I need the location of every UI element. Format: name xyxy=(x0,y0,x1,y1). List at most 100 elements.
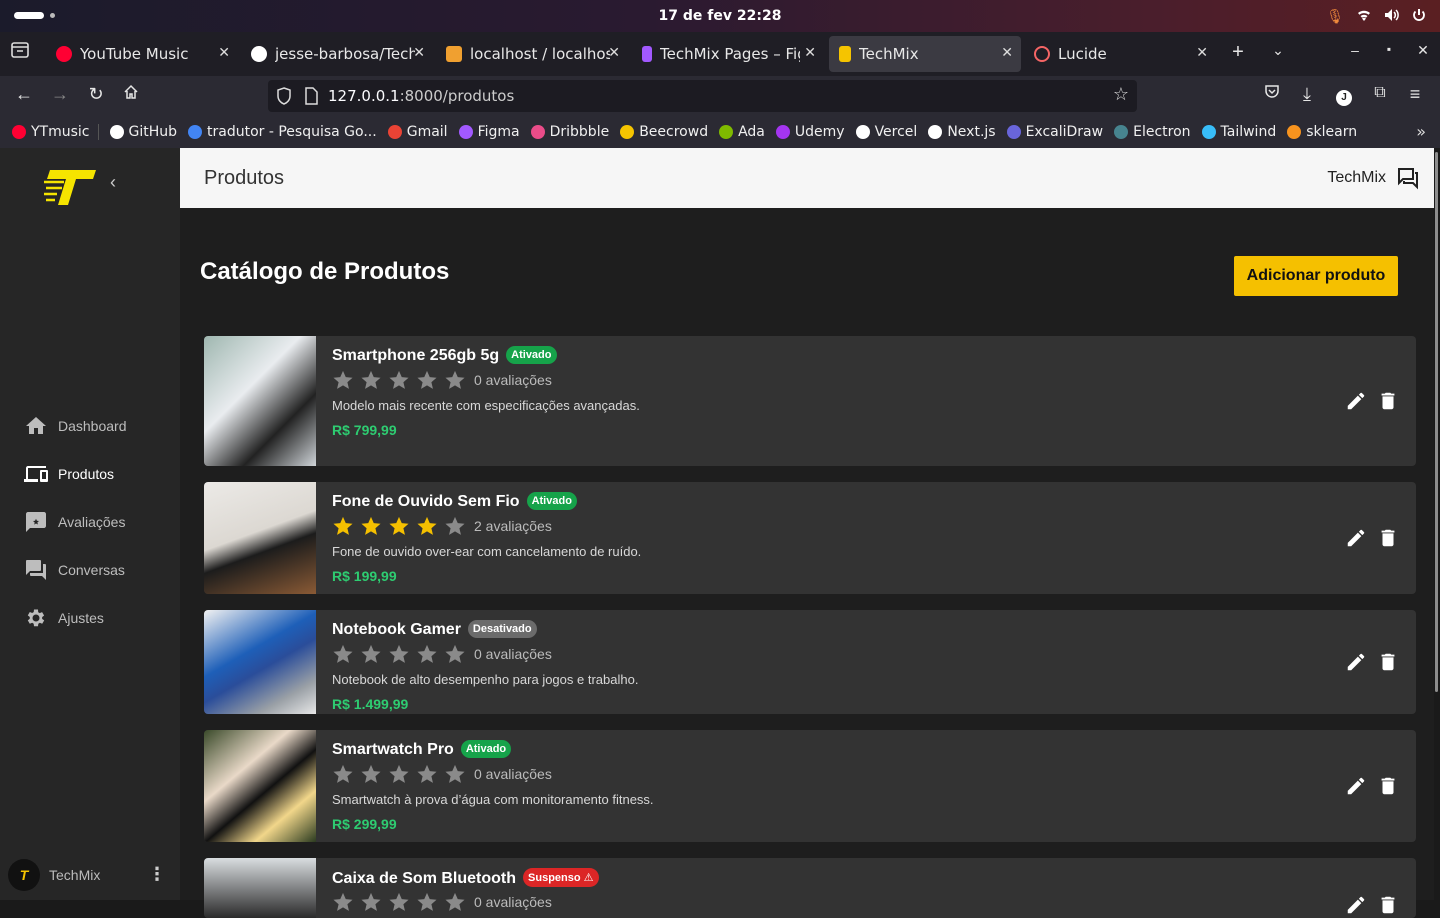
volume-icon[interactable] xyxy=(1384,8,1400,25)
review-count: 2 avaliações xyxy=(474,518,552,534)
tab-list-icon[interactable]: ⌄ xyxy=(1266,42,1290,59)
product-name-row: Caixa de Som Bluetooth Suspenso ⚠ xyxy=(332,868,599,888)
bookmark-item[interactable]: sklearn xyxy=(1287,124,1357,140)
chat-icon[interactable] xyxy=(1396,166,1420,195)
system-tray[interactable]: 🎙 xyxy=(1326,8,1426,25)
more-vert-icon[interactable]: ⋮ xyxy=(148,864,166,885)
status-badge: Ativado xyxy=(506,346,557,364)
page-info-icon[interactable] xyxy=(304,87,318,109)
close-tab-icon[interactable]: ✕ xyxy=(1001,45,1013,61)
delete-icon[interactable] xyxy=(1377,527,1399,549)
product-card[interactable]: Caixa de Som Bluetooth Suspenso ⚠ 0 avalia… xyxy=(204,858,1416,918)
techmix-logo[interactable] xyxy=(44,168,98,211)
product-price: R$ 299,99 xyxy=(332,816,397,832)
tab-figma[interactable]: TechMix Pages – Figma ✕ xyxy=(632,36,824,72)
bookmark-item[interactable]: Udemy xyxy=(775,124,845,140)
bookmark-label: Ada xyxy=(738,124,765,140)
edit-icon[interactable] xyxy=(1345,651,1367,673)
bookmark-label: Dribbble xyxy=(549,124,610,140)
tab-github[interactable]: jesse-barbosa/TechMix ✕ xyxy=(241,36,433,72)
account-icon[interactable]: J xyxy=(1332,84,1356,106)
tab-youtube-music[interactable]: YouTube Music ✕ xyxy=(46,36,238,72)
sidebar-item-conversas[interactable]: Conversas xyxy=(24,558,125,582)
home-button-icon[interactable] xyxy=(119,84,143,105)
bookmark-item[interactable]: tradutor - Pesquisa Go... xyxy=(188,124,377,140)
delete-icon[interactable] xyxy=(1377,651,1399,673)
maximize-icon[interactable]: ▪ xyxy=(1377,42,1401,56)
close-tab-icon[interactable]: ✕ xyxy=(804,45,816,61)
user-profile[interactable]: T TechMix ⋮ xyxy=(8,858,172,892)
edit-icon[interactable] xyxy=(1345,390,1367,412)
extensions-icon[interactable]: ⧉ xyxy=(1368,84,1392,102)
page-scrollbar[interactable] xyxy=(1434,148,1440,900)
bookmark-item[interactable]: Gmail xyxy=(387,124,448,140)
new-tab-icon[interactable]: + xyxy=(1226,41,1250,64)
tab-techmix[interactable]: TechMix ✕ xyxy=(829,36,1021,72)
tab-lucide[interactable]: Lucide ✕ xyxy=(1024,36,1216,72)
product-card[interactable]: Smartwatch Pro Ativado 0 avaliações Smartwa… xyxy=(204,730,1416,842)
catalog-title: Catálogo de Produtos xyxy=(200,258,450,285)
status-label: Suspenso xyxy=(528,872,581,884)
product-card[interactable]: Fone de Ouvido Sem Fio Ativado 2 avaliaçõe… xyxy=(204,482,1416,594)
bookmark-star-icon[interactable]: ☆ xyxy=(1113,84,1129,105)
bookmark-item[interactable]: Tailwind xyxy=(1201,124,1276,140)
product-description: Fone de ouvido over-ear com cancelamento… xyxy=(332,544,642,559)
close-window-icon[interactable]: ✕ xyxy=(1411,42,1435,59)
youtube-music-icon xyxy=(56,46,72,62)
bookmark-favicon-icon xyxy=(1114,125,1129,139)
sidebar-item-dashboard[interactable]: Dashboard xyxy=(24,414,127,438)
edit-icon[interactable] xyxy=(1345,775,1367,797)
star-empty-icon xyxy=(445,516,465,535)
pocket-icon[interactable] xyxy=(1260,84,1284,104)
bookmark-item[interactable]: Ada xyxy=(719,124,765,140)
forward-icon[interactable]: → xyxy=(48,84,72,105)
address-bar[interactable]: 127.0.0.1:8000/produtos ☆ xyxy=(268,80,1137,112)
bookmark-item[interactable]: Figma xyxy=(458,124,520,140)
bookmark-item[interactable]: YTmusic xyxy=(12,124,99,140)
sidebar-item-avaliacoes[interactable]: Avaliações xyxy=(24,510,125,534)
bookmark-item[interactable]: GitHub xyxy=(109,124,177,140)
bookmark-item[interactable]: Next.js xyxy=(928,124,996,140)
bookmark-label: YTmusic xyxy=(31,124,90,140)
bookmark-item[interactable]: Beecrowd xyxy=(620,124,708,140)
close-tab-icon[interactable]: ✕ xyxy=(608,45,620,61)
edit-icon[interactable] xyxy=(1345,527,1367,549)
bookmark-favicon-icon xyxy=(188,125,203,139)
sidebar-item-ajustes[interactable]: Ajustes xyxy=(24,606,104,630)
product-card[interactable]: Smartphone 256gb 5g Ativado 0 avaliações Mo… xyxy=(204,336,1416,466)
tab-phpmyadmin[interactable]: localhost / localhost / te ✕ xyxy=(436,36,628,72)
delete-icon[interactable] xyxy=(1377,775,1399,797)
close-tab-icon[interactable]: ✕ xyxy=(413,45,425,61)
delete-icon[interactable] xyxy=(1377,390,1399,412)
reload-icon[interactable]: ↻ xyxy=(84,84,108,105)
minimize-icon[interactable]: – xyxy=(1343,42,1367,58)
wifi-icon[interactable] xyxy=(1356,8,1372,25)
add-product-button[interactable]: Adicionar produto xyxy=(1234,256,1398,296)
tab-overview-icon[interactable] xyxy=(8,42,32,63)
clock[interactable]: 17 de fev 22:28 xyxy=(0,8,1440,24)
mic-muted-icon[interactable]: 🎙 xyxy=(1326,8,1344,25)
bookmark-item[interactable]: Dribbble xyxy=(530,124,610,140)
star-filled-icon xyxy=(417,516,437,535)
settings-icon xyxy=(27,609,45,627)
bookmark-item[interactable]: Vercel xyxy=(855,124,917,140)
review-count: 0 avaliações xyxy=(474,372,552,388)
product-card[interactable]: Notebook Gamer Desativado 0 avaliações Note… xyxy=(204,610,1416,714)
star-empty-icon xyxy=(445,892,465,911)
power-icon[interactable] xyxy=(1412,8,1426,25)
app-menu-icon[interactable]: ≡ xyxy=(1403,84,1427,105)
bookmark-item[interactable]: Electron xyxy=(1114,124,1191,140)
back-icon[interactable]: ← xyxy=(12,84,36,105)
downloads-icon[interactable]: ⤓ xyxy=(1295,84,1319,105)
close-tab-icon[interactable]: ✕ xyxy=(218,45,230,61)
more-bookmarks-icon[interactable]: » xyxy=(1416,122,1426,141)
shield-icon[interactable] xyxy=(276,87,292,109)
scrollbar-thumb[interactable] xyxy=(1435,152,1438,692)
delete-icon[interactable] xyxy=(1377,894,1399,916)
close-tab-icon[interactable]: ✕ xyxy=(1196,45,1208,61)
bookmark-item[interactable]: ExcaliDraw xyxy=(1006,124,1103,140)
collapse-sidebar-icon[interactable]: ‹ xyxy=(110,172,116,193)
bookmark-favicon-icon xyxy=(458,125,473,139)
edit-icon[interactable] xyxy=(1345,894,1367,916)
sidebar-item-produtos[interactable]: Produtos xyxy=(24,462,114,486)
